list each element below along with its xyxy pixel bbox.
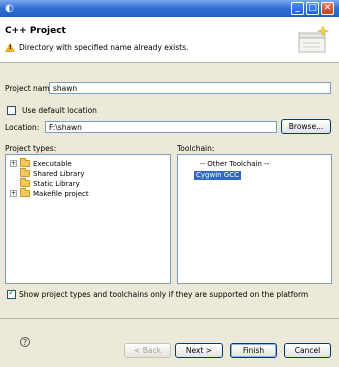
folder-icon	[20, 178, 30, 187]
page-title: C++ Project	[5, 26, 66, 36]
show-supported-only-checkbox[interactable]	[7, 288, 16, 299]
browse-button[interactable]: Browse...	[281, 119, 331, 134]
title-bar[interactable]: ◐ _ □ ✕	[0, 0, 339, 17]
next-button[interactable]: Next >	[175, 343, 223, 358]
minimize-button[interactable]: _	[291, 2, 304, 15]
eclipse-icon: ◐	[5, 3, 14, 14]
location-label: Location:	[5, 123, 40, 132]
tree-item-shared-library[interactable]: Shared Library	[20, 168, 84, 178]
finish-button[interactable]: Finish	[230, 343, 277, 358]
warning-text: Directory with specified name already ex…	[19, 43, 189, 52]
folder-icon	[20, 188, 30, 197]
project-types-label: Project types:	[5, 144, 57, 153]
warning-icon: !	[5, 43, 15, 52]
toolchain-label: Toolchain:	[177, 144, 215, 153]
new-project-wizard-window: ◐ _ □ ✕ C++ Project ! Directory with spe…	[0, 0, 339, 367]
help-icon[interactable]: ?	[20, 337, 30, 347]
tree-item-makefile-project[interactable]: + Makefile project	[10, 188, 89, 198]
project-types-tree[interactable]: + Executable Shared Library Static Libra…	[5, 154, 171, 284]
toolchain-list[interactable]: -- Other Toolchain -- Cygwin GCC	[177, 154, 332, 284]
expand-icon[interactable]: +	[10, 160, 17, 167]
expand-icon[interactable]: +	[10, 190, 17, 197]
toolchain-item-cygwin-gcc[interactable]: Cygwin GCC	[194, 171, 242, 180]
toolchain-item-other[interactable]: -- Other Toolchain --	[198, 160, 271, 169]
back-button[interactable]: < Back	[124, 343, 171, 358]
warning-message: ! Directory with specified name already …	[5, 42, 188, 53]
tree-item-executable[interactable]: + Executable	[10, 158, 72, 168]
folder-icon	[20, 158, 30, 167]
project-name-input[interactable]	[49, 82, 331, 94]
new-project-banner-icon	[298, 25, 329, 53]
close-button[interactable]: ✕	[321, 2, 334, 15]
folder-icon	[20, 168, 30, 177]
tree-item-static-library[interactable]: Static Library	[20, 178, 80, 188]
location-input[interactable]	[45, 121, 277, 133]
wizard-header: C++ Project ! Directory with specified n…	[0, 17, 339, 63]
button-bar: ? < Back Next > Finish Cancel	[0, 318, 339, 367]
show-supported-only-label: Show project types and toolchains only i…	[19, 290, 309, 299]
maximize-button[interactable]: □	[306, 2, 319, 15]
use-default-location-checkbox[interactable]	[7, 106, 16, 115]
use-default-location-label: Use default location	[22, 106, 97, 115]
wizard-content: Project name: Use default location Locat…	[0, 63, 339, 318]
cancel-button[interactable]: Cancel	[284, 343, 331, 358]
